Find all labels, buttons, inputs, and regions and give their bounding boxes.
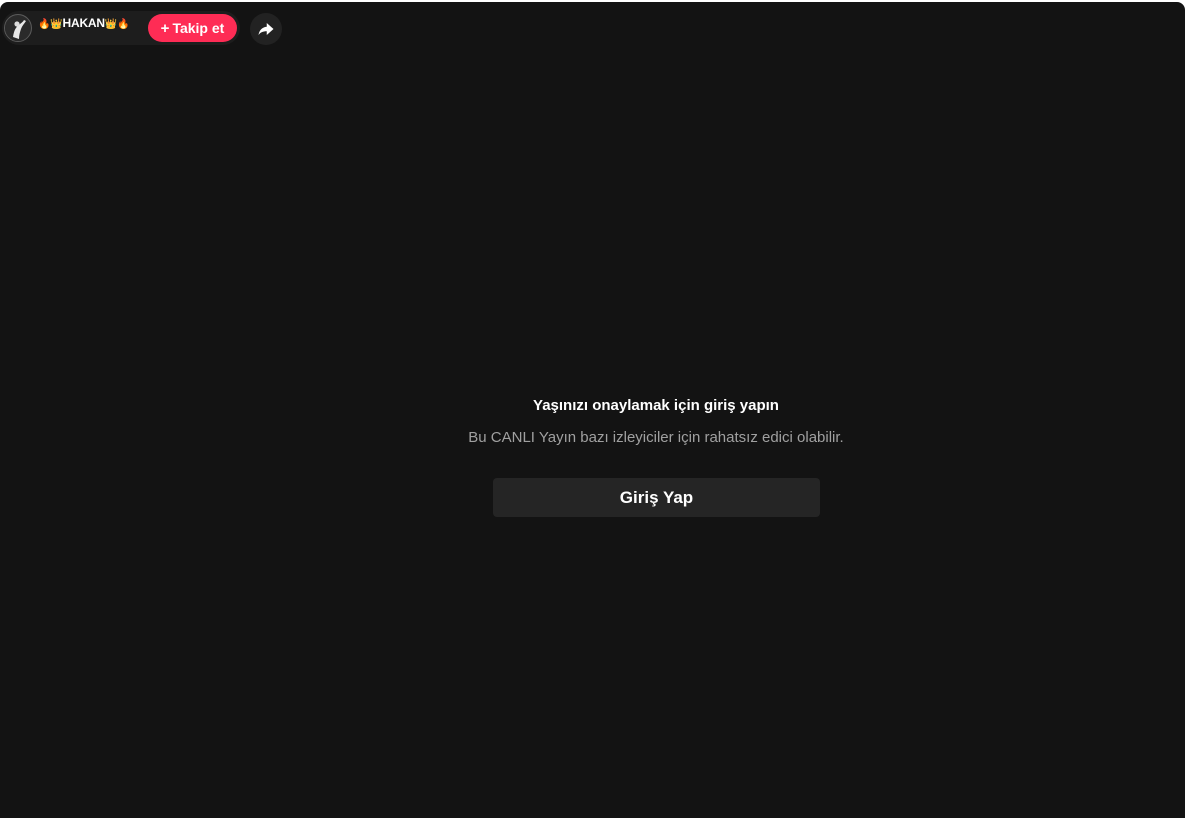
follow-button-label: Takip et — [172, 20, 225, 36]
share-button[interactable] — [250, 13, 282, 45]
host-name-text: HAKAN — [62, 16, 106, 30]
age-gate-subtitle: Bu CANLI Yayın bazı izleyiciler için rah… — [468, 429, 844, 446]
share-arrow-icon — [258, 23, 274, 35]
plus-icon: + — [160, 19, 170, 37]
login-button[interactable]: Giriş Yap — [493, 478, 820, 517]
host-name-suffix-emoji: 👑🔥 — [104, 19, 130, 30]
host-name-prefix-emoji: 🔥👑 — [38, 19, 63, 30]
login-button-label: Giriş Yap — [619, 487, 694, 507]
age-gate-title: Yaşınızı onaylamak için giriş yapın — [533, 397, 779, 414]
avatar-silhouette-icon — [5, 15, 31, 41]
host-avatar[interactable] — [4, 14, 32, 42]
follow-button[interactable]: + Takip et — [148, 14, 237, 42]
live-stream-player: 🔥👑HAKAN👑🔥 + Takip et Yaşınızı onaylamak … — [0, 2, 1185, 818]
host-name[interactable]: 🔥👑HAKAN👑🔥 — [38, 15, 130, 31]
